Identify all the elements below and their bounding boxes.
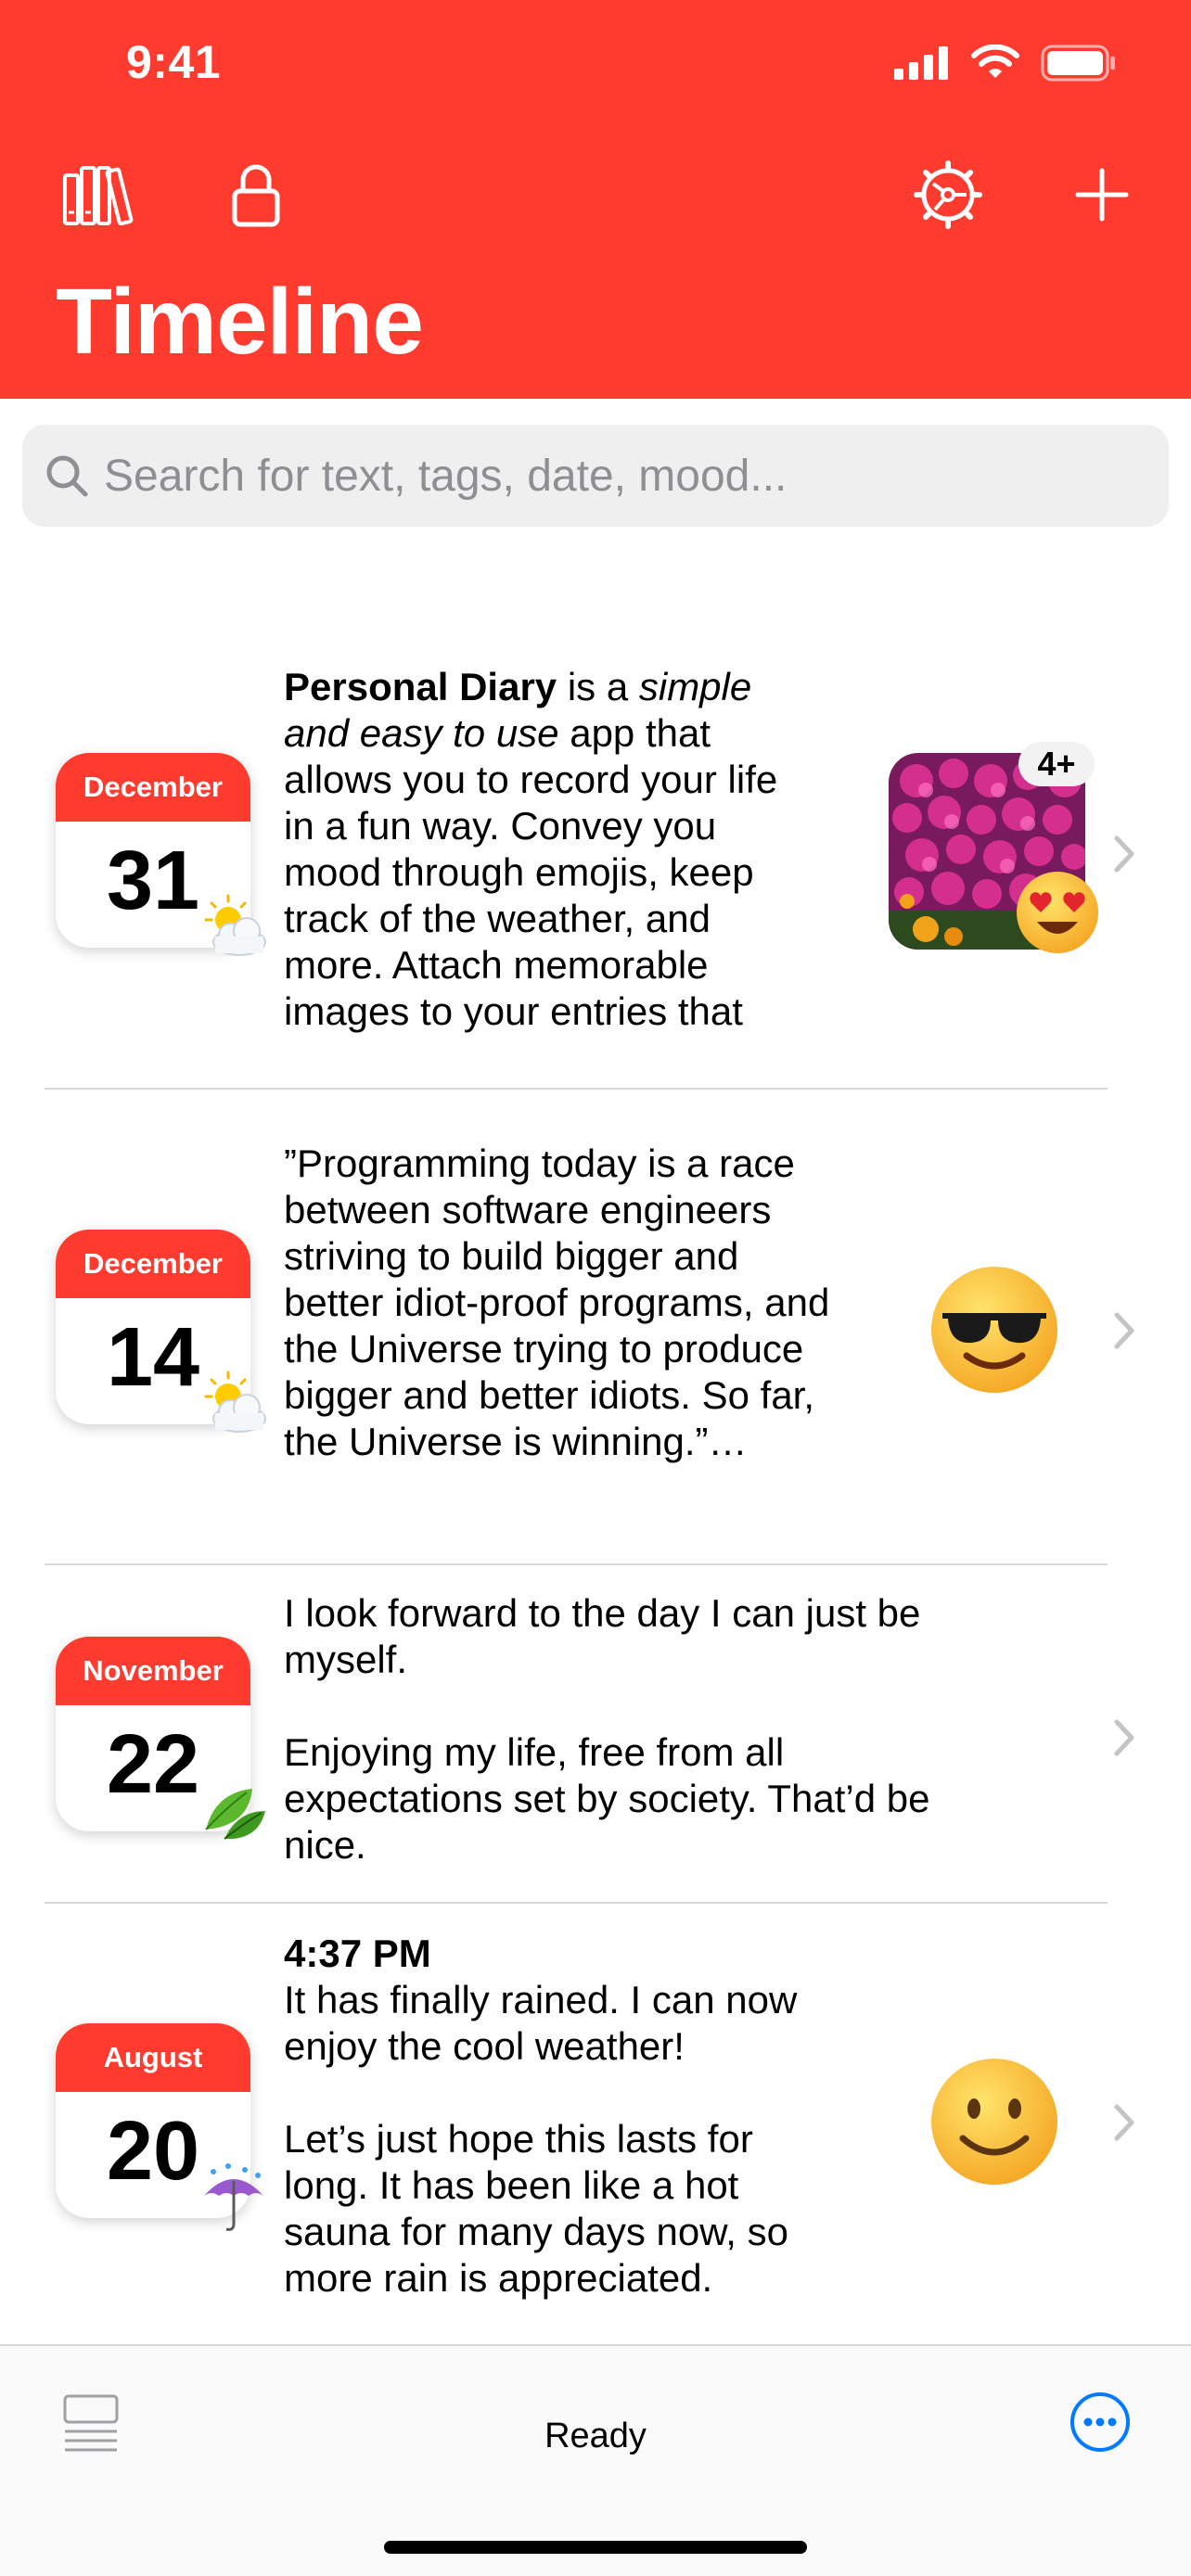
chevron-right-icon[interactable] [1111, 831, 1139, 877]
search-bar[interactable] [22, 425, 1169, 527]
timeline-screen: 9:41 Timeline Search for text, tags, dat… [0, 0, 1191, 2576]
date-badge: November 22 [56, 1637, 265, 1840]
leaf-icon [205, 1789, 265, 1840]
header: 9:41 Timeline [0, 0, 1191, 399]
more-options-icon[interactable] [1069, 2391, 1132, 2454]
date-badge: December 31 [56, 753, 266, 956]
entry-time: 4:37 PM [284, 1932, 431, 1975]
battery-icon [1041, 45, 1115, 82]
search-input[interactable] [104, 450, 1124, 502]
divider [45, 1563, 1108, 1565]
bottom-toolbar: Ready [0, 2344, 1191, 2576]
month-label: August [56, 2023, 250, 2092]
home-indicator [384, 2541, 807, 2554]
month-label: December [56, 1230, 250, 1298]
library-icon[interactable] [59, 156, 137, 234]
search-icon [46, 455, 88, 497]
month-label: December [56, 753, 250, 822]
add-icon[interactable] [1063, 156, 1141, 234]
page-title: Timeline [56, 270, 424, 374]
status-icons [894, 45, 1117, 82]
wifi-icon [971, 45, 1019, 78]
entry-text: Personal Diary is a simple and easy to u… [284, 665, 778, 1033]
date-badge: August 20 [56, 2023, 263, 2231]
partly-sunny-icon [204, 894, 266, 956]
entry-text: I look forward to the day I can just be … [284, 1591, 930, 1867]
status-text: Ready [544, 2417, 647, 2455]
photo-count-badge: 4+ [1018, 742, 1095, 786]
entry-text: ”Programming today is a race between sof… [284, 1141, 830, 1463]
chevron-right-icon[interactable] [1111, 1307, 1139, 1354]
divider [45, 1088, 1108, 1090]
partly-sunny-icon [204, 1371, 266, 1433]
chevron-right-icon[interactable] [1111, 2099, 1139, 2146]
umbrella-rain-icon [204, 2163, 263, 2231]
slight-smile-emoji [931, 2059, 1057, 2185]
divider [45, 1902, 1108, 1904]
date-badge: December 14 [56, 1230, 266, 1433]
cellular-signal-icon [894, 46, 948, 80]
lock-icon[interactable] [217, 156, 295, 234]
entry-text: 4:37 PM It has finally rained. I can now … [284, 1931, 877, 2302]
chevron-right-icon[interactable] [1111, 1715, 1139, 1761]
heart-eyes-emoji [1017, 872, 1098, 953]
settings-icon[interactable] [909, 156, 987, 234]
month-label: November [56, 1637, 250, 1705]
status-time: 9:41 [126, 36, 222, 88]
sunglasses-emoji [931, 1267, 1057, 1393]
